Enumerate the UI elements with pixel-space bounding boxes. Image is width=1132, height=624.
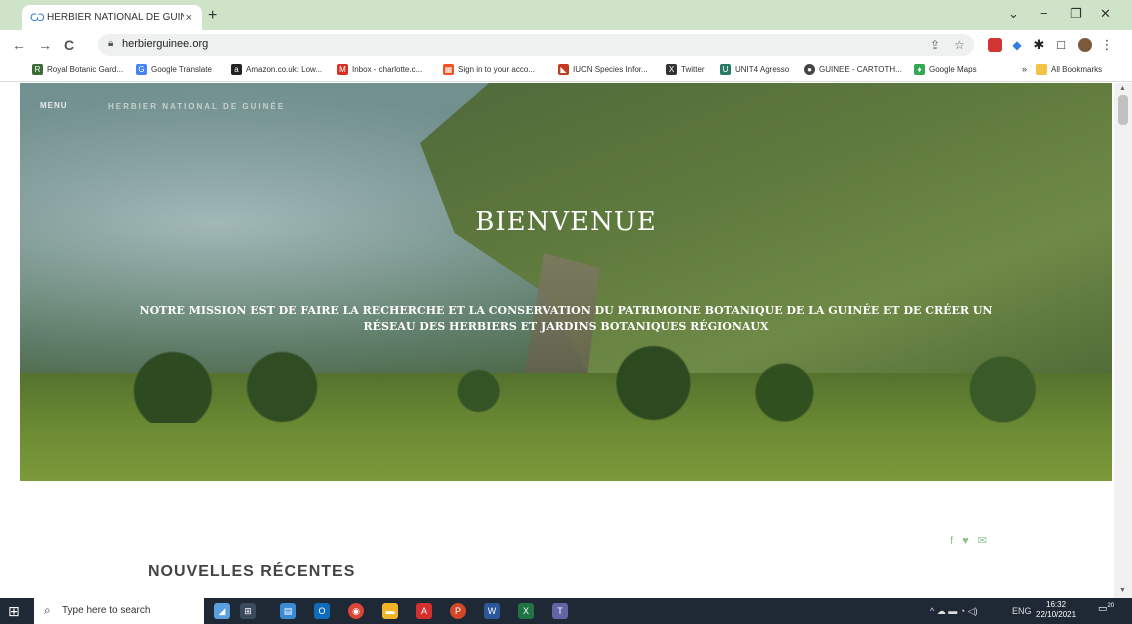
site-brand[interactable]: HERBIER NATIONAL DE GUINÉE: [108, 102, 285, 111]
bookmark-item[interactable]: ♦ Google Maps: [914, 64, 977, 75]
mission-line: RÉSEAU DES HERBIERS ET JARDINS BOTANIQUE…: [363, 320, 769, 333]
puzzle-icon[interactable]: ✱: [1032, 38, 1046, 52]
taskbar-search[interactable]: ⌕ Type here to search: [34, 598, 204, 624]
close-window-button[interactable]: ✕: [1100, 6, 1111, 22]
hero-banner: MENU HERBIER NATIONAL DE GUINÉE BIENVENU…: [20, 83, 1112, 481]
page-scrollbar[interactable]: ▲ ▼: [1114, 83, 1132, 598]
bookmark-favicon-icon: ●: [804, 64, 815, 75]
scroll-up-icon[interactable]: ▲: [1119, 85, 1126, 92]
bookmark-label: Google Maps: [929, 65, 977, 74]
new-tab-button[interactable]: +: [208, 7, 217, 25]
social-links[interactable]: f ♥ ✉: [950, 534, 990, 547]
tab-title: HERBIER NATIONAL DE GUINEE: [47, 12, 184, 23]
word-icon[interactable]: W: [484, 603, 500, 619]
scrollbar-thumb[interactable]: [1118, 95, 1128, 125]
bookmark-favicon-icon: M: [337, 64, 348, 75]
bookmark-favicon-icon: U: [720, 64, 731, 75]
minimize-button[interactable]: −: [1040, 6, 1048, 21]
browser-tab-strip: Ѡ HERBIER NATIONAL DE GUINEE × + ⌄ − ❐ ✕: [0, 0, 1132, 30]
browser-toolbar: ← → C 🔒︎ herbierguinee.org ⇪ ☆ ◆ ✱ □ ⋮: [0, 30, 1132, 60]
hero-bushes: [20, 343, 1112, 423]
widgets-icon[interactable]: ◢: [214, 603, 230, 619]
bookmark-item[interactable]: ◣ IUCN Species Infor...: [558, 64, 648, 75]
extension-blue-icon[interactable]: ◆: [1010, 38, 1024, 52]
teams-icon[interactable]: T: [552, 603, 568, 619]
kebab-menu-icon[interactable]: ⋮: [1100, 38, 1114, 52]
bookmarks-overflow-icon[interactable]: »: [1022, 64, 1027, 74]
profile-avatar[interactable]: [1078, 38, 1092, 52]
reload-button[interactable]: C: [64, 37, 74, 53]
mission-statement: NOTRE MISSION EST DE FAIRE LA RECHERCHE …: [120, 303, 1012, 335]
scroll-down-icon[interactable]: ▼: [1119, 587, 1126, 594]
section-title: NOUVELLES RÉCENTES: [148, 563, 356, 580]
bookmark-favicon-icon: X: [666, 64, 677, 75]
bookmark-label: IUCN Species Infor...: [573, 65, 648, 74]
all-bookmarks-label: All Bookmarks: [1051, 65, 1103, 74]
chrome-icon[interactable]: ◉: [348, 603, 364, 619]
search-placeholder: Type here to search: [62, 605, 151, 616]
folder-icon: [1036, 64, 1047, 75]
system-tray-icons[interactable]: ^ ☁ ▬ ◔ ◁): [930, 606, 978, 617]
bookmark-label: Inbox - charlotte.c...: [352, 65, 423, 74]
windows-taskbar: ⊞ ⌕ Type here to search ◢ ⊞ ▤ O ◉ ▬ A P …: [0, 598, 1132, 624]
all-bookmarks-button[interactable]: All Bookmarks: [1036, 64, 1102, 75]
bookmark-label: UNIT4 Agresso: [735, 65, 790, 74]
bookmark-item[interactable]: M Inbox - charlotte.c...: [337, 64, 422, 75]
forward-button[interactable]: →: [38, 37, 52, 53]
browser-tab[interactable]: Ѡ HERBIER NATIONAL DE GUINEE ×: [22, 5, 202, 30]
address-bar[interactable]: 🔒︎ herbierguinee.org: [98, 34, 974, 56]
bookmark-item[interactable]: a Amazon.co.uk: Low...: [231, 64, 322, 75]
bookmark-item[interactable]: G Google Translate: [136, 64, 212, 75]
outlook-icon[interactable]: O: [314, 603, 330, 619]
bookmark-favicon-icon: ▦: [443, 64, 454, 75]
star-icon[interactable]: ☆: [954, 38, 965, 52]
webpage: MENU HERBIER NATIONAL DE GUINÉE BIENVENU…: [0, 83, 1132, 598]
site-favicon-icon: Ѡ: [30, 11, 45, 24]
extension-red-icon[interactable]: [988, 38, 1002, 52]
windows-start-icon[interactable]: ⊞: [8, 603, 20, 620]
notification-count: 20: [1107, 603, 1115, 609]
mission-line: NOTRE MISSION EST DE FAIRE LA RECHERCHE …: [139, 304, 993, 317]
file-explorer-icon[interactable]: ▤: [280, 603, 296, 619]
folder-icon[interactable]: ▬: [382, 603, 398, 619]
bookmark-label: Royal Botanic Gard...: [47, 65, 124, 74]
lock-icon[interactable]: 🔒︎: [108, 38, 113, 49]
bookmark-label: Twitter: [681, 65, 705, 74]
bookmark-item[interactable]: ▦ Sign in to your acco...: [443, 64, 535, 75]
bookmark-item[interactable]: R Royal Botanic Gard...: [32, 64, 123, 75]
notification-icon[interactable]: ▭20: [1098, 603, 1114, 619]
restore-button[interactable]: ❐: [1070, 6, 1082, 22]
clock-time: 16:32: [1046, 600, 1067, 609]
menu-button[interactable]: MENU: [40, 101, 68, 110]
tab-close-icon[interactable]: ×: [184, 12, 194, 24]
bookmark-label: Sign in to your acco...: [458, 65, 535, 74]
tab-search-icon[interactable]: ⌄: [1008, 6, 1019, 22]
clock-date: 22/10/2021: [1036, 610, 1077, 619]
bookmark-favicon-icon: ◣: [558, 64, 569, 75]
bookmark-item[interactable]: X Twitter: [666, 64, 705, 75]
bookmark-item[interactable]: U UNIT4 Agresso: [720, 64, 789, 75]
back-button[interactable]: ←: [12, 37, 26, 53]
bookmark-favicon-icon: G: [136, 64, 147, 75]
bookmark-favicon-icon: R: [32, 64, 43, 75]
bookmark-item[interactable]: ● GUINEE - CARTOTH...: [804, 64, 902, 75]
bookmark-favicon-icon: ♦: [914, 64, 925, 75]
acrobat-icon[interactable]: A: [416, 603, 432, 619]
bookmarks-bar: R Royal Botanic Gard... G Google Translate…: [0, 60, 1132, 82]
search-icon: ⌕: [44, 603, 51, 617]
sidepanel-icon[interactable]: □: [1054, 38, 1068, 52]
language-indicator[interactable]: ENG: [1012, 606, 1032, 616]
powerpoint-icon[interactable]: P: [450, 603, 466, 619]
welcome-heading: BIENVENUE: [475, 207, 657, 237]
share-icon[interactable]: ⇪: [930, 38, 940, 52]
bookmark-label: Amazon.co.uk: Low...: [246, 65, 323, 74]
bookmark-label: Google Translate: [151, 65, 212, 74]
url-text[interactable]: herbierguinee.org: [122, 38, 208, 50]
excel-icon[interactable]: X: [518, 603, 534, 619]
bookmark-favicon-icon: a: [231, 64, 242, 75]
taskbar-clock[interactable]: 16:32 22/10/2021: [1036, 600, 1076, 620]
task-view-icon[interactable]: ⊞: [240, 603, 256, 619]
bookmark-label: GUINEE - CARTOTH...: [819, 65, 902, 74]
